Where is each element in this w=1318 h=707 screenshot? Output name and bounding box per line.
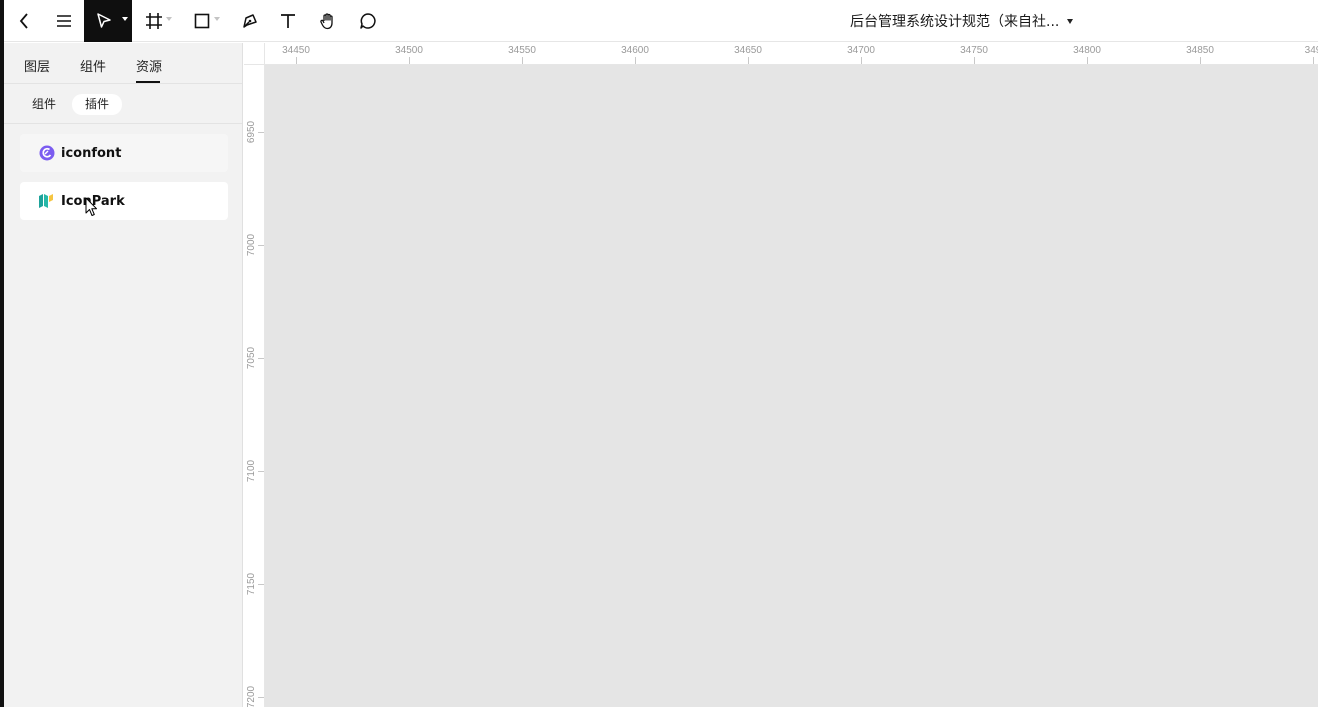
ruler-tick-label: 34550: [508, 45, 536, 56]
chevron-down-icon: [122, 17, 128, 21]
comment-tool-button[interactable]: [354, 0, 382, 42]
chevron-down-icon: [1067, 18, 1074, 24]
ruler-tick-line: [1313, 57, 1314, 64]
ruler-tick-line: [258, 132, 264, 133]
vertical-ruler: 6950 7000 7050 7100 7150 7200: [244, 65, 265, 707]
ruler-tick-line: [258, 697, 264, 698]
tab-assets[interactable]: 资源: [136, 56, 162, 75]
ruler-tick-label: 34700: [847, 45, 875, 56]
move-tool-button[interactable]: [84, 0, 132, 42]
ruler-tick-label: 7050: [246, 346, 257, 370]
left-sidebar: 图层 组件 资源 组件 插件 iconfont IconPark: [4, 43, 243, 707]
shape-tool-button[interactable]: [188, 0, 224, 42]
ruler-tick-line: [974, 57, 975, 64]
ruler-tick-label: 34650: [734, 45, 762, 56]
hamburger-menu-icon: [57, 15, 71, 27]
ruler-corner: [244, 43, 265, 65]
ruler-tick-label: 7100: [246, 459, 257, 483]
ruler-tick-line: [258, 245, 264, 246]
comment-icon: [360, 13, 376, 29]
horizontal-ruler: 34450 34500 34550 34600 34650 34700 34750 34800…: [244, 43, 1318, 65]
chevron-left-icon: [19, 13, 28, 29]
top-toolbar: 后台管理系统设计规范（来自社...: [4, 0, 1318, 42]
ruler-tick-label: 34450: [282, 45, 310, 56]
ruler-tick-label: 34600: [621, 45, 649, 56]
ruler-tick-label: 7200: [246, 685, 257, 707]
plugin-label: iconfont: [61, 145, 122, 161]
iconpark-logo-icon: [39, 193, 55, 209]
plugin-label: IconPark: [61, 193, 125, 209]
hand-icon: [320, 13, 333, 30]
rectangle-icon: [194, 13, 210, 29]
tab-layers[interactable]: 图层: [24, 56, 50, 75]
ruler-tick-line: [296, 57, 297, 64]
design-canvas[interactable]: [265, 65, 1318, 707]
pointer-arrow-icon: [97, 13, 111, 28]
ruler-tick-line: [258, 358, 264, 359]
asset-subtabs: 组件 插件: [4, 84, 242, 124]
plugin-card-iconfont[interactable]: iconfont: [20, 134, 228, 172]
ruler-tick-label: 349: [1304, 45, 1318, 56]
ruler-tick-line: [409, 57, 410, 64]
ruler-tick-line: [522, 57, 523, 64]
ruler-tick-label: 34500: [395, 45, 423, 56]
document-title-dropdown[interactable]: 后台管理系统设计规范（来自社...: [850, 0, 1074, 42]
sidebar-tabs: 图层 组件 资源: [4, 43, 242, 84]
frame-icon: [146, 13, 162, 29]
document-title: 后台管理系统设计规范（来自社...: [850, 14, 1060, 30]
chevron-down-icon: [214, 17, 220, 21]
pen-icon: [243, 14, 257, 28]
iconfont-logo-icon: [39, 145, 55, 161]
subtab-components[interactable]: 组件: [19, 94, 69, 115]
text-tool-button[interactable]: [274, 0, 302, 42]
ruler-tick-label: 7000: [246, 233, 257, 257]
ruler-tick-label: 34850: [1186, 45, 1214, 56]
chevron-down-icon: [166, 17, 172, 21]
frame-tool-button[interactable]: [140, 0, 176, 42]
subtab-plugins[interactable]: 插件: [72, 94, 123, 115]
pen-tool-button[interactable]: [236, 0, 264, 42]
tab-components[interactable]: 组件: [80, 56, 106, 75]
ruler-tick-line: [258, 471, 264, 472]
hand-tool-button[interactable]: [314, 0, 342, 42]
plugin-card-iconpark[interactable]: IconPark: [20, 182, 228, 220]
ruler-tick-label: 34800: [1073, 45, 1101, 56]
ruler-tick-line: [748, 57, 749, 64]
text-icon: [281, 14, 295, 28]
ruler-tick-line: [1200, 57, 1201, 64]
ruler-tick-line: [1087, 57, 1088, 64]
back-button[interactable]: [10, 0, 38, 42]
ruler-tick-label: 34750: [960, 45, 988, 56]
ruler-tick-line: [861, 57, 862, 64]
ruler-tick-label: 6950: [246, 120, 257, 144]
ruler-tick-label: 7150: [246, 572, 257, 596]
ruler-tick-line: [635, 57, 636, 64]
main-menu-button[interactable]: [50, 0, 78, 42]
ruler-tick-line: [258, 584, 264, 585]
active-tab-indicator: [136, 81, 160, 83]
